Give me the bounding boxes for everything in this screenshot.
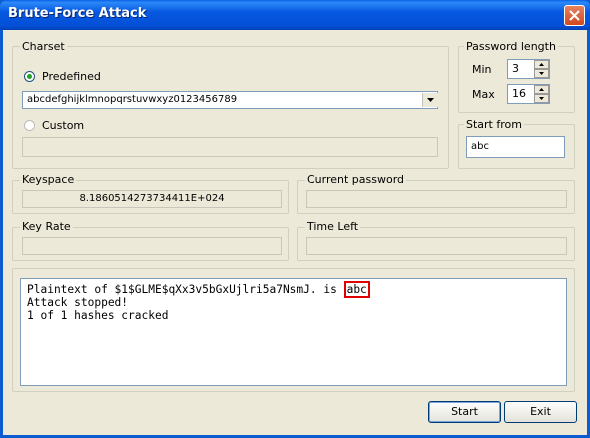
min-length-value: 3 (512, 62, 519, 75)
key-rate-field (22, 237, 282, 255)
chevron-down-icon (539, 97, 544, 100)
keyspace-field: 8.1860514273734411E+024 (22, 190, 282, 208)
current-password-field (306, 190, 567, 208)
min-length-spinner[interactable]: 3 (507, 59, 550, 79)
predefined-charset-value: abcdefghijklmnopqrstuvwxyz0123456789 (27, 94, 238, 105)
max-down-button[interactable] (534, 94, 549, 103)
start-from-group-label: Start from (464, 118, 524, 131)
chevron-down-icon (539, 72, 544, 75)
min-down-button[interactable] (534, 69, 549, 78)
max-up-button[interactable] (534, 85, 549, 94)
predefined-label: Predefined (42, 70, 101, 83)
key-rate-group-label: Key Rate (20, 220, 73, 233)
plaintext-message: Plaintext of $1$GLME$qXx3v5bGxUjlri5a7Ns… (27, 283, 344, 296)
min-label: Min (472, 63, 492, 76)
min-up-button[interactable] (534, 60, 549, 69)
keyspace-group-label: Keyspace (20, 173, 77, 186)
charset-group-label: Charset (20, 40, 67, 53)
max-label: Max (472, 88, 495, 101)
custom-radio[interactable] (24, 120, 35, 131)
start-button[interactable]: Start (428, 401, 501, 423)
title-bar[interactable]: Brute-Force Attack (0, 0, 590, 30)
chevron-up-icon (539, 63, 544, 66)
start-from-input[interactable]: abc (466, 136, 565, 158)
predefined-charset-dropdown[interactable]: abcdefghijklmnopqrstuvwxyz0123456789 (22, 91, 438, 109)
close-icon (569, 10, 580, 21)
output-log[interactable]: Plaintext of $1$GLME$qXx3v5bGxUjlri5a7Ns… (20, 278, 567, 386)
radio-selected-dot (27, 74, 32, 79)
time-left-group-label: Time Left (305, 220, 361, 233)
time-left-field (306, 237, 567, 255)
custom-label: Custom (42, 119, 85, 132)
window-title: Brute-Force Attack (8, 6, 147, 21)
max-length-spinner[interactable]: 16 (507, 84, 550, 104)
cracked-password-highlight: abc (343, 281, 370, 298)
close-button[interactable] (564, 5, 585, 26)
exit-button[interactable]: Exit (504, 401, 577, 423)
log-line-summary: 1 of 1 hashes cracked (27, 309, 169, 322)
keyspace-value: 8.1860514273734411E+024 (79, 193, 225, 204)
max-length-value: 16 (512, 87, 526, 100)
start-from-value: abc (471, 141, 489, 152)
log-line-plaintext: Plaintext of $1$GLME$qXx3v5bGxUjlri5a7Ns… (27, 281, 370, 298)
log-line-status: Attack stopped! (27, 296, 129, 309)
custom-charset-input[interactable] (22, 137, 438, 157)
predefined-radio[interactable] (24, 71, 35, 82)
password-length-group-label: Password length (464, 40, 558, 53)
current-password-group-label: Current password (305, 173, 407, 186)
chevron-down-icon (427, 98, 434, 102)
dropdown-arrow-button[interactable] (422, 93, 438, 107)
chevron-up-icon (539, 88, 544, 91)
